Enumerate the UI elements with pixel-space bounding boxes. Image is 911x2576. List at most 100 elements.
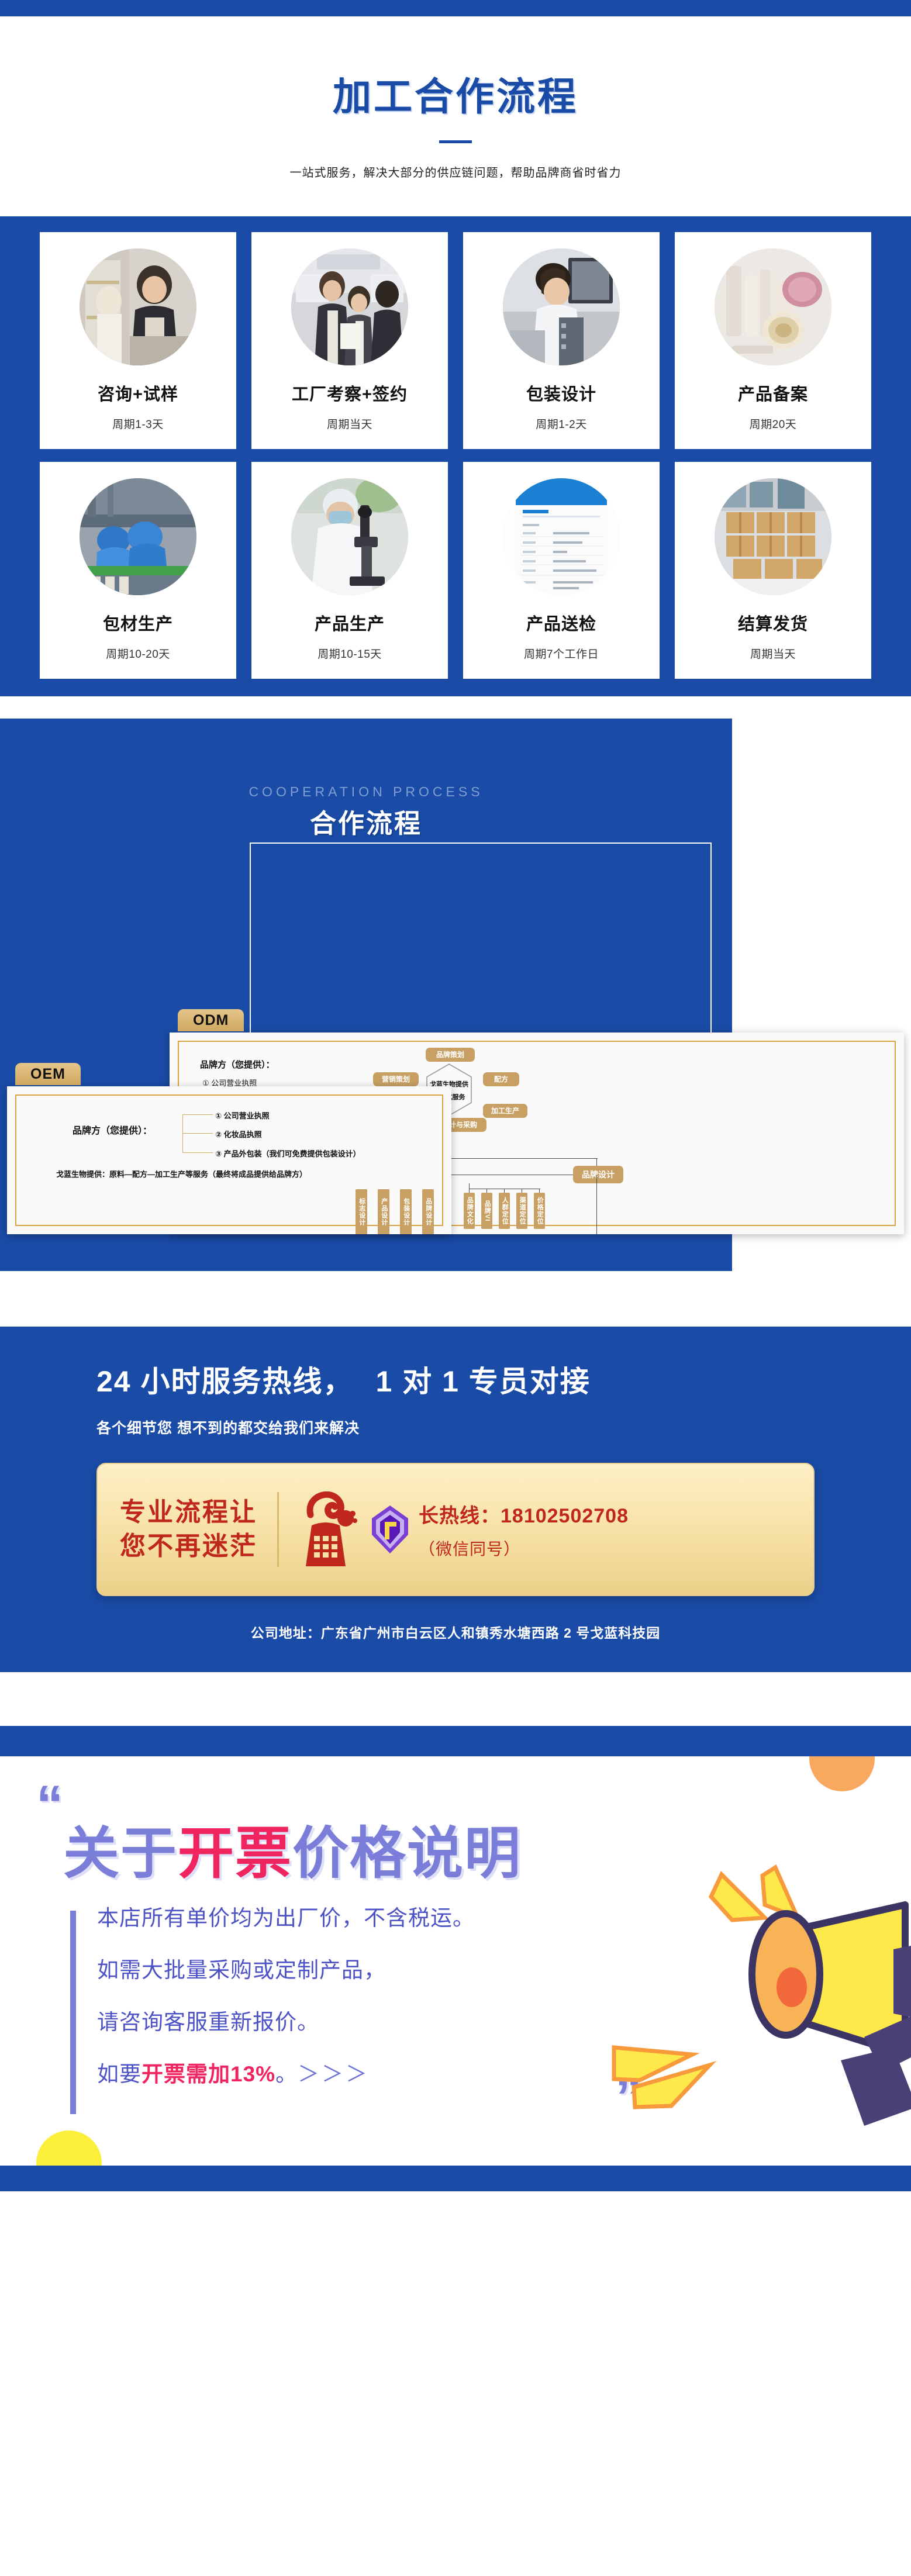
settle-ship-photo — [715, 478, 831, 595]
white-gap — [0, 1672, 911, 1726]
step-card[interactable]: 产品生产 周期10-15天 — [251, 462, 448, 679]
step-name: 产品备案 — [737, 385, 808, 404]
invoice-note-line: 如需大批量采购或定制产品， — [97, 1959, 475, 1981]
invoice-note-text: 如需大批量采购或定制产品， — [97, 1958, 386, 1982]
step-card[interactable]: 产品送检 周期7个工作日 — [463, 462, 660, 679]
cooperation-title-block: COOPERATION PROCESS 合作流程 — [0, 784, 732, 840]
hotline-wechat-note: （微信同号） — [419, 1539, 521, 1558]
oem-panel: OEM 品牌方（您提供）： ① 公司营业执照 ② 化妆品执照 ③ 产品外包装（我… — [7, 1063, 451, 1234]
step-card[interactable]: 包装设计 周期1-2天 — [463, 232, 660, 449]
product-production-photo — [291, 478, 408, 595]
hotline-card[interactable]: 专业流程让 您不再迷茫 长热线：18102502708 （微信同号） — [96, 1463, 815, 1596]
invoice-note-text-tail: 。 — [275, 2062, 298, 2086]
odm-brand-design-child: 价格定位 — [534, 1193, 545, 1229]
odm-hex-node: 加工生产 — [483, 1104, 527, 1118]
invoice-arrows: ＞＞＞ — [298, 2062, 370, 2086]
step-card[interactable]: 包材生产 周期10-20天 — [40, 462, 236, 679]
invoice-title-part-c: 价格说明 — [292, 1822, 522, 1885]
page-header-section: 加工合作流程 一站式服务，解决大部分的供应链问题，帮助品牌商省时省力 — [0, 0, 911, 216]
step-name: 工厂考察+签约 — [292, 385, 408, 404]
orange-circle-decoration — [809, 1756, 875, 1791]
hotline-phone-label: 长热线： — [419, 1504, 501, 1527]
hotline-headline-a: 24 小时服务热线， — [96, 1365, 354, 1398]
step-cycle: 周期10-20天 — [106, 648, 170, 661]
oem-flowchart: 品牌方（您提供）： ① 公司营业执照 ② 化妆品执照 ③ 产品外包装（我们可免费… — [7, 1086, 451, 1234]
product-record-photo — [715, 248, 831, 365]
step-cycle: 周期7个工作日 — [523, 648, 599, 661]
odm-brand-design-child: 品牌VI — [481, 1193, 492, 1229]
oem-design-child: 品牌设计 — [422, 1189, 434, 1234]
odm-hex-node: 品牌策划 — [426, 1048, 475, 1062]
step-cycle: 周期1-3天 — [112, 419, 164, 431]
hotline-slogan-line1: 专业流程让 — [120, 1497, 257, 1527]
process-steps-row-2: 包材生产 周期10-20天 产品生产 周期10-15天 产品送检 周期7个工作日 — [40, 462, 871, 679]
hotline-number-row: 长热线：18102502708 — [419, 1500, 629, 1528]
invoice-note-text: 请咨询客服重新报价。 — [97, 2010, 319, 2034]
diamond-badge-icon — [370, 1504, 410, 1555]
page-subtitle: 一站式服务，解决大部分的供应链问题，帮助品牌商省时省力 — [289, 167, 622, 179]
invoice-notice-section: “ 关于开票价格说明 本店所有单价均为出厂价，不含税运。 如需大批量采购或定制产… — [0, 1756, 911, 2166]
hotline-subline: 各个细节您 想不到的都交给我们来解决 — [96, 1420, 360, 1437]
process-steps-section: 咨询+试样 周期1-3天 工厂考察+签约 周期当天 包装设计 周期1-2天 产品… — [0, 216, 911, 696]
cooperation-cn-title: 合作流程 — [294, 802, 437, 840]
hotline-headline-b: 1 对 1 专员对接 — [375, 1365, 591, 1398]
step-cycle: 周期10-15天 — [318, 648, 382, 661]
invoice-note-line-highlight: 如要开票需加13%。＞＞＞ — [97, 2063, 475, 2085]
hotline-contact: 长热线：18102502708 （微信同号） — [419, 1500, 629, 1560]
step-card[interactable]: 结算发货 周期当天 — [675, 462, 871, 679]
odm-brand-design-child: 渠道定位 — [516, 1193, 527, 1229]
step-card[interactable]: 产品备案 周期20天 — [675, 232, 871, 449]
invoice-title-part-b: 开票 — [178, 1822, 292, 1885]
step-name: 咨询+试样 — [98, 385, 178, 404]
invoice-note-text: 本店所有单价均为出厂价，不含税运。 — [97, 1906, 475, 1930]
hotline-slogan: 专业流程让 您不再迷茫 — [120, 1496, 257, 1563]
oem-design-child: 包装设计 — [400, 1189, 412, 1234]
odm-hex-node: 营销策划 — [373, 1072, 419, 1086]
page-title: 加工合作流程 — [333, 75, 578, 118]
factory-visit-photo — [291, 248, 408, 365]
title-underline — [439, 140, 472, 143]
step-name: 包装设计 — [526, 385, 596, 404]
oem-brand-label: 品牌方（您提供）： — [73, 1126, 153, 1136]
blue-divider-band — [0, 1726, 911, 1756]
oem-supply-note: 戈蓝生物提供：原料—配方—加工生产等服务（最终将成品提供给品牌方） — [56, 1170, 308, 1179]
invoice-title-part-a: 关于 — [63, 1822, 178, 1885]
company-address: 公司地址：广东省广州市白云区人和镇秀水塘西路 2 号戈蓝科技园 — [250, 1625, 661, 1641]
invoice-note-text: 如要 — [97, 2062, 142, 2086]
hotline-section: 24 小时服务热线， 1 对 1 专员对接 各个细节您 想不到的都交给我们来解决 … — [0, 1327, 911, 1672]
hotline-phone-number: 18102502708 — [501, 1504, 629, 1527]
step-card[interactable]: 咨询+试样 周期1-3天 — [40, 232, 236, 449]
step-cycle: 周期20天 — [749, 419, 797, 431]
product-detail-page: 加工合作流程 一站式服务，解决大部分的供应链问题，帮助品牌商省时省力 咨询+试样… — [0, 0, 911, 2191]
consult-photo — [80, 248, 196, 365]
odm-brand-design-child: 人群定位 — [499, 1193, 510, 1229]
step-cycle: 周期当天 — [750, 648, 796, 661]
process-steps-row-1: 咨询+试样 周期1-3天 工厂考察+签约 周期当天 包装设计 周期1-2天 产品… — [40, 232, 871, 449]
odm-brand-design-child: 品牌文化 — [464, 1193, 475, 1229]
telephone-icon — [296, 1491, 358, 1567]
oem-brand-item: ① 公司营业执照 — [215, 1111, 270, 1120]
open-quote-mark: “ — [36, 1775, 63, 1835]
cooperation-process-section: COOPERATION PROCESS 合作流程 ODM 品牌方（您提供）： ①… — [0, 696, 911, 1327]
hotline-divider — [277, 1492, 279, 1567]
top-blue-bar — [0, 0, 911, 16]
oem-tab-label: OEM — [15, 1063, 81, 1085]
product-inspection-photo — [503, 478, 620, 595]
megaphone-icon — [589, 1862, 911, 2136]
odm-flow-node: 品牌设计 — [573, 1166, 623, 1183]
step-card[interactable]: 工厂考察+签约 周期当天 — [251, 232, 448, 449]
invoice-note-line: 请咨询客服重新报价。 — [97, 2011, 475, 2033]
step-cycle: 周期1-2天 — [536, 419, 587, 431]
package-design-photo — [503, 248, 620, 365]
invoice-title: 关于开票价格说明 — [63, 1808, 522, 1889]
hotline-slogan-line2: 您不再迷茫 — [120, 1532, 257, 1560]
invoice-note-highlight: 开票需加13% — [142, 2062, 276, 2086]
hotline-headline: 24 小时服务热线， 1 对 1 专员对接 — [96, 1358, 815, 1400]
oem-brand-item: ② 化妆品执照 — [215, 1130, 262, 1139]
step-name: 产品生产 — [314, 615, 385, 634]
packaging-production-photo — [80, 478, 196, 595]
bottom-blue-bar — [0, 2166, 911, 2191]
step-name: 产品送检 — [526, 615, 596, 634]
step-name: 结算发货 — [737, 615, 808, 634]
step-name: 包材生产 — [102, 615, 173, 634]
